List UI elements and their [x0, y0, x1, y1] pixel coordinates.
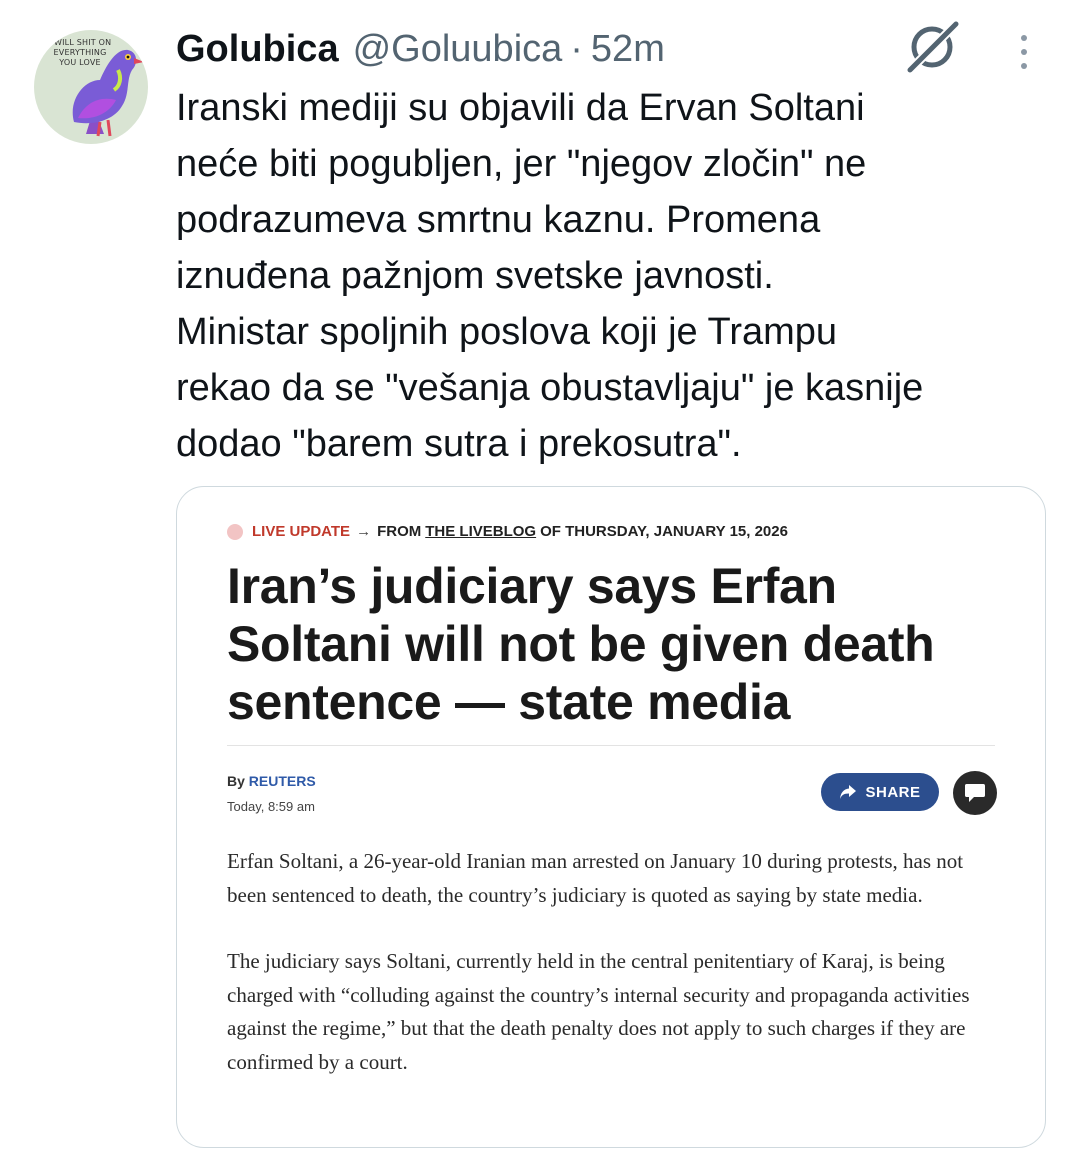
post-text-line: Iranski mediji su objavili da Ervan Solt… [176, 87, 865, 129]
post-text: Iranski mediji su objavili da Ervan Solt… [176, 80, 1046, 472]
share-button: SHARE [821, 773, 939, 811]
post-time[interactable]: 52m [591, 28, 665, 71]
arrow-icon: → [356, 523, 372, 540]
share-label: SHARE [865, 783, 921, 801]
post-text-line: neće biti pogubljen, jer "njegov zločin"… [176, 143, 867, 185]
article-paragraph: The judiciary says Soltani, currently he… [227, 949, 970, 1074]
user-handle[interactable]: @Goluubica [353, 28, 563, 71]
comment-icon [965, 784, 985, 802]
article-timestamp: Today, 8:59 am [227, 799, 315, 814]
avatar[interactable]: I WILL SHIT ON EVERYTHING YOU LOVE [34, 30, 148, 144]
article-body: Erfan Soltani, a 26-year-old Iranian man… [227, 845, 1007, 1112]
from-label: FROM [377, 523, 422, 540]
live-update-row: LIVE UPDATE → FROM THE LIVEBLOG OF THURS… [227, 523, 788, 540]
article-headline: Iran’s judiciary says Erfan Soltani will… [227, 558, 935, 730]
separator-dot: · [570, 27, 583, 70]
post-text-line: dodao "barem sutra i prekosutra". [176, 423, 742, 465]
by-label: By [227, 773, 245, 789]
media-card[interactable]: LIVE UPDATE → FROM THE LIVEBLOG OF THURS… [176, 486, 1046, 1148]
article-paragraph: Erfan Soltani, a 26-year-old Iranian man… [227, 849, 964, 907]
post-text-line: podrazumeva smrtnu kaznu. Promena [176, 199, 821, 241]
more-vertical-icon[interactable] [1010, 32, 1038, 72]
liveblog-link: THE LIVEBLOG [425, 523, 537, 540]
liveblog-date: OF THURSDAY, JANUARY 15, 2026 [540, 523, 788, 540]
divider [227, 745, 995, 746]
grok-icon[interactable] [902, 20, 962, 74]
live-update-label: LIVE UPDATE [252, 523, 351, 540]
display-name[interactable]: Golubica [176, 28, 339, 71]
pigeon-illustration [72, 49, 144, 137]
live-dot-icon [227, 523, 243, 540]
post-text-line: iznuđena pažnjom svetske javnosti. [176, 255, 774, 297]
byline: By REUTERS [227, 773, 316, 789]
share-arrow-icon [840, 785, 857, 799]
post-text-line: Ministar spoljnih poslova koji je Trampu [176, 311, 838, 353]
article-source: REUTERS [248, 773, 316, 789]
comment-button [953, 771, 997, 815]
post-text-line: rekao da se "vešanja obustavljaju" je ka… [176, 367, 924, 409]
